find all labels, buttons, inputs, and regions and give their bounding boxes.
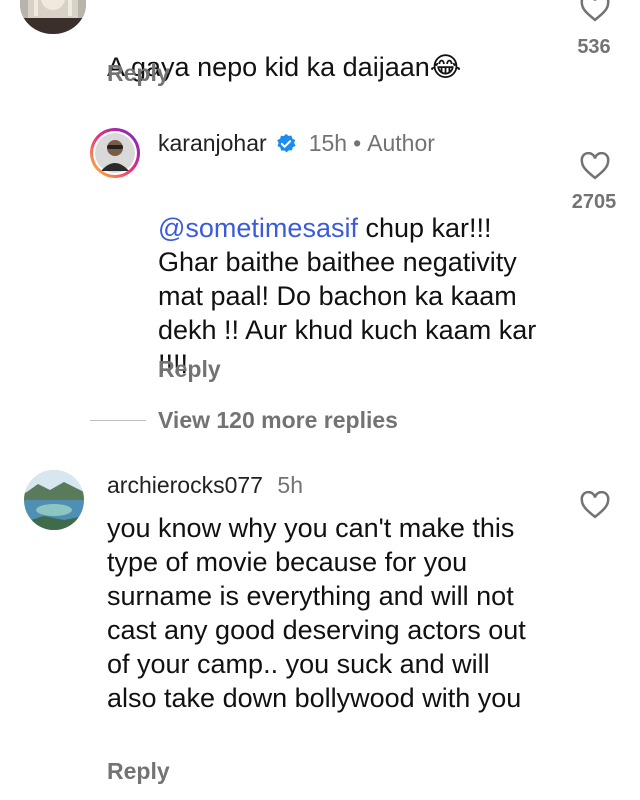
comment-text: A gaya nepo kid ka daijaan😂 xyxy=(107,52,462,82)
avatar-image xyxy=(95,133,135,173)
heart-icon[interactable] xyxy=(580,490,610,524)
timestamp: 15h xyxy=(308,130,348,156)
like-count: 536 xyxy=(577,36,611,58)
comment-text: you know why you can't make this type of… xyxy=(107,513,526,713)
heart-icon[interactable] xyxy=(580,151,610,185)
laughing-emoji: 😂 xyxy=(429,52,462,82)
like-count: 2705 xyxy=(571,191,617,213)
timestamp: 5h xyxy=(277,472,304,498)
author-label: Author xyxy=(367,130,435,156)
avatar[interactable] xyxy=(24,470,84,530)
reply-button[interactable]: Reply xyxy=(158,356,221,383)
mention-link[interactable]: @sometimesasif xyxy=(158,213,358,243)
view-replies-divider xyxy=(90,420,146,421)
username[interactable]: karanjohar xyxy=(158,130,267,157)
avatar-story-ring[interactable] xyxy=(90,128,140,178)
comment-header: karanjohar 15h • Author xyxy=(158,130,435,157)
view-more-replies-button[interactable]: View 120 more replies xyxy=(158,407,398,434)
separator-dot: • xyxy=(353,130,362,156)
verified-badge-icon xyxy=(275,133,297,155)
comment-header: archierocks077 5h xyxy=(107,472,303,499)
reply-button[interactable]: Reply xyxy=(107,758,170,785)
avatar[interactable] xyxy=(20,0,86,34)
username[interactable]: archierocks077 xyxy=(107,472,263,498)
avatar-image xyxy=(20,0,86,34)
avatar-image xyxy=(24,470,84,530)
reply-button[interactable]: Reply xyxy=(107,60,170,87)
comment-text: @sometimesasif chup kar!!! Ghar baithe b… xyxy=(158,213,537,379)
heart-icon[interactable] xyxy=(580,0,610,27)
avatar xyxy=(93,131,137,175)
